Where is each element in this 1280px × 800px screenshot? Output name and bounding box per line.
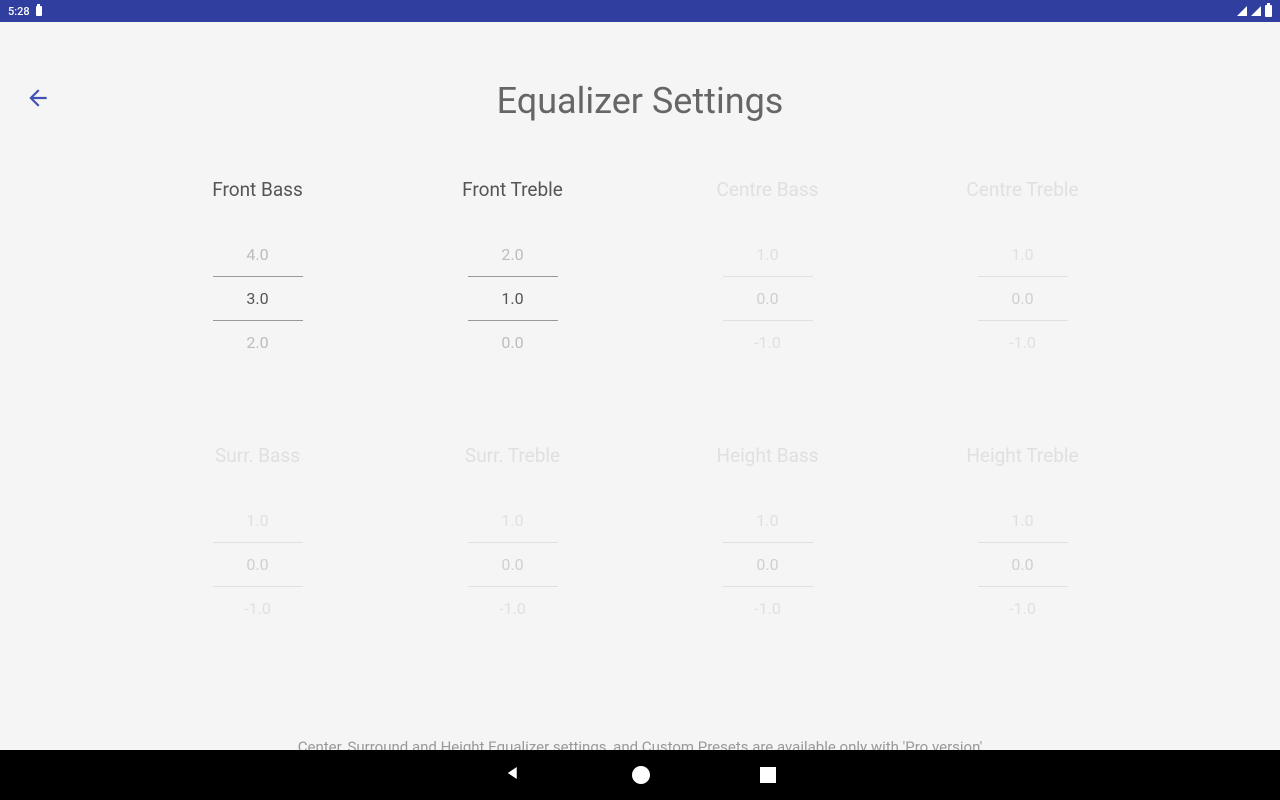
eq-label: Surr. Bass [215,444,300,467]
picker-value-above: 2.0 [468,233,558,276]
eq-column-front-treble: Front Treble 2.0 1.0 0.0 [415,178,610,364]
picker-value-selected: 0.0 [723,542,813,587]
eq-picker-surr-bass: 1.0 0.0 -1.0 [213,499,303,630]
battery-icon [1265,5,1272,17]
android-status-bar: 5:28 [0,0,1280,22]
eq-picker-centre-treble: 1.0 0.0 -1.0 [978,233,1068,364]
status-clock: 5:28 [8,5,30,18]
nav-back-button[interactable] [504,764,522,786]
android-nav-bar [0,750,1280,800]
picker-value-below: -1.0 [468,587,558,630]
eq-label: Surr. Treble [465,444,560,467]
eq-picker-front-bass[interactable]: 4.0 3.0 2.0 [213,233,303,364]
picker-value-above: 1.0 [978,233,1068,276]
eq-column-centre-bass: Centre Bass 1.0 0.0 -1.0 [670,178,865,364]
picker-value-selected: 0.0 [978,276,1068,321]
eq-picker-height-treble: 1.0 0.0 -1.0 [978,499,1068,630]
eq-column-height-bass: Height Bass 1.0 0.0 -1.0 [670,444,865,630]
eq-picker-centre-bass: 1.0 0.0 -1.0 [723,233,813,364]
app-content: Equalizer Settings Front Bass 4.0 3.0 2.… [0,22,1280,750]
nav-recent-button[interactable] [760,767,776,783]
back-button[interactable] [24,84,52,112]
eq-column-surr-bass: Surr. Bass 1.0 0.0 -1.0 [160,444,355,630]
picker-value-below: -1.0 [723,321,813,364]
picker-value-selected: 0.0 [978,542,1068,587]
eq-column-centre-treble: Centre Treble 1.0 0.0 -1.0 [925,178,1120,364]
picker-value-selected: 1.0 [468,276,558,321]
picker-value-selected: 0.0 [723,276,813,321]
eq-label: Front Bass [212,178,303,201]
pro-version-note: Center, Surround and Height Equalizer se… [0,738,1280,750]
picker-value-above: 1.0 [723,499,813,542]
eq-picker-height-bass: 1.0 0.0 -1.0 [723,499,813,630]
picker-value-below: -1.0 [978,321,1068,364]
eq-picker-surr-treble: 1.0 0.0 -1.0 [468,499,558,630]
eq-column-height-treble: Height Treble 1.0 0.0 -1.0 [925,444,1120,630]
arrow-left-icon [25,85,51,111]
eq-column-front-bass: Front Bass 4.0 3.0 2.0 [160,178,355,364]
picker-value-selected: 3.0 [213,276,303,321]
eq-label: Centre Bass [717,178,819,201]
eq-label: Height Treble [966,444,1078,467]
picker-value-below: -1.0 [723,587,813,630]
picker-value-above: 1.0 [213,499,303,542]
battery-small-icon [36,6,42,16]
picker-value-above: 4.0 [213,233,303,276]
equalizer-grid: Front Bass 4.0 3.0 2.0 Front Treble 2.0 … [0,122,1280,630]
picker-value-above: 1.0 [978,499,1068,542]
picker-value-above: 1.0 [723,233,813,276]
page-title: Equalizer Settings [0,22,1280,122]
wifi-icon [1237,6,1247,16]
triangle-left-icon [504,764,522,782]
eq-label: Front Treble [462,178,563,201]
picker-value-below: -1.0 [213,587,303,630]
signal-icon [1251,6,1261,16]
eq-label: Height Bass [716,444,818,467]
eq-column-surr-treble: Surr. Treble 1.0 0.0 -1.0 [415,444,610,630]
nav-home-button[interactable] [632,766,650,784]
picker-value-below: 0.0 [468,321,558,364]
eq-label: Centre Treble [966,178,1078,201]
picker-value-below: -1.0 [978,587,1068,630]
eq-picker-front-treble[interactable]: 2.0 1.0 0.0 [468,233,558,364]
picker-value-selected: 0.0 [213,542,303,587]
picker-value-below: 2.0 [213,321,303,364]
picker-value-selected: 0.0 [468,542,558,587]
picker-value-above: 1.0 [468,499,558,542]
